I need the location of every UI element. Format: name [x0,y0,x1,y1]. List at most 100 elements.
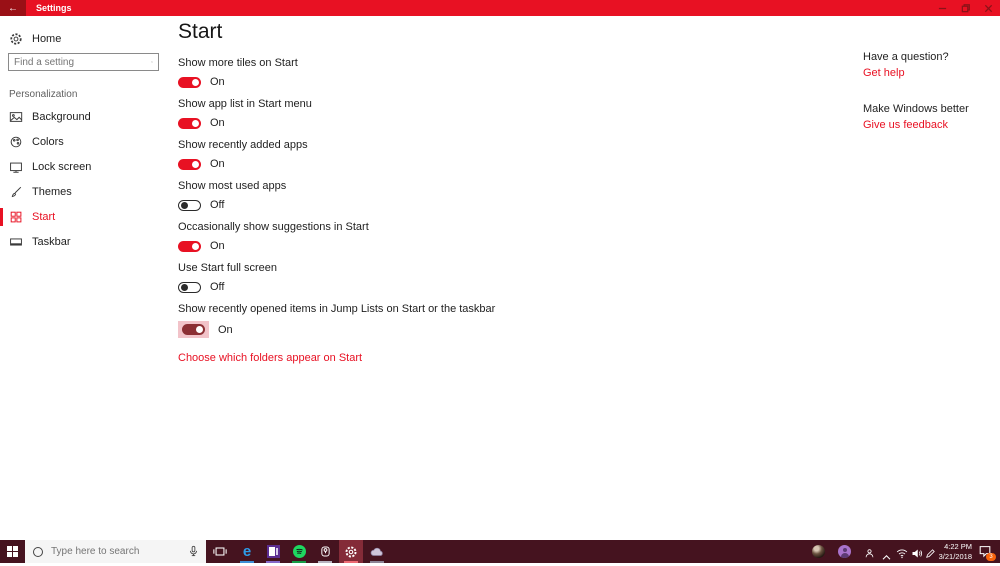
sidebar-item-label: Background [32,111,91,123]
toggle-show-app-list[interactable] [178,118,201,129]
back-button[interactable]: ← [0,0,26,16]
minimize-icon [938,4,947,13]
start-button[interactable] [0,540,25,563]
toggle-state-label: On [210,117,225,129]
sidebar-item-colors[interactable]: Colors [0,132,168,152]
sidebar-item-label: Themes [32,186,72,198]
sidebar-item-themes[interactable]: Themes [0,182,168,202]
help-question-title: Have a question? [863,51,969,64]
sidebar-item-label: Taskbar [32,236,71,248]
setting-label: Show recently added apps [178,139,838,152]
cloud-app-icon [370,546,384,558]
clock-time: 4:22 PM [928,542,972,552]
choose-folders-link[interactable]: Choose which folders appear on Start [178,352,362,364]
toggle-suggestions[interactable] [178,241,201,252]
search-icon [151,56,153,68]
toggle-full-screen[interactable] [178,282,201,293]
settings-app-button[interactable] [339,540,363,563]
setting-label: Occasionally show suggestions in Start [178,221,838,234]
setting-label: Show recently opened items in Jump Lists… [178,303,838,316]
setting-group: Show app list in Start menu On [178,98,838,130]
restore-button[interactable] [954,0,977,16]
people-icon[interactable] [838,545,851,558]
find-setting-searchbox[interactable] [8,53,159,71]
setting-label: Show most used apps [178,180,838,193]
taskbar-search-input[interactable] [43,545,188,558]
sidebar-home-label: Home [32,33,61,45]
chevron-up-icon[interactable] [882,548,891,566]
restore-icon [961,4,970,13]
settings-gear-icon [344,545,358,559]
lock-app-button[interactable] [313,540,337,563]
windows-logo-icon [7,546,18,557]
toggle-state-label: On [218,324,233,336]
toggle-most-used[interactable] [178,200,201,211]
onenote-app-icon [267,545,280,558]
setting-label: Show more tiles on Start [178,57,838,70]
person-icon[interactable] [864,546,875,564]
sidebar-item-label: Lock screen [32,161,91,173]
page-title: Start [178,20,838,44]
taskbar-clock[interactable]: 4:22 PM 3/21/2018 [928,542,972,561]
setting-group: Use Start full screen Off [178,262,838,294]
toggle-state-label: On [210,240,225,252]
toggle-show-more-tiles[interactable] [178,77,201,88]
toggle-jump-lists[interactable] [182,324,205,335]
start-grid-icon [9,210,23,224]
toggle-state-label: Off [210,199,224,211]
window-title: Settings [36,0,72,16]
sidebar-item-label: Colors [32,136,64,148]
titlebar: ← Settings [0,0,1000,16]
toggle-recently-added[interactable] [178,159,201,170]
search-input[interactable] [9,57,151,68]
wifi-icon[interactable] [896,546,908,564]
spotify-button[interactable] [287,540,311,563]
clock-date: 3/21/2018 [928,552,972,562]
spotify-icon [293,545,306,558]
toggle-state-label: On [210,158,225,170]
cloud-app-button[interactable] [365,540,389,563]
setting-label: Use Start full screen [178,262,838,275]
sidebar-item-label: Start [32,211,55,223]
image-icon [9,110,23,124]
give-feedback-link[interactable]: Give us feedback [863,119,969,132]
setting-label: Show app list in Start menu [178,98,838,111]
microphone-icon[interactable] [188,545,199,558]
edge-button[interactable]: e [235,540,259,563]
setting-group: Show most used apps Off [178,180,838,212]
gear-icon [9,32,23,46]
palette-icon [9,135,23,149]
edge-icon: e [243,544,251,559]
action-center-button[interactable]: 3 [978,544,993,559]
sidebar-item-lock-screen[interactable]: Lock screen [0,157,168,177]
get-help-link[interactable]: Get help [863,67,969,80]
setting-group: Show recently added apps On [178,139,838,171]
toggle-state-label: On [210,76,225,88]
taskbar-searchbox[interactable] [25,540,206,563]
close-button[interactable] [977,0,1000,16]
brush-icon [9,185,23,199]
notification-badge: 3 [986,553,996,561]
setting-group: Show recently opened items in Jump Lists… [178,303,838,338]
setting-group: Occasionally show suggestions in Start O… [178,221,838,253]
task-view-icon [213,545,227,558]
focus-highlight [178,321,209,338]
setting-group: Show more tiles on Start On [178,57,838,89]
onenote-button[interactable] [261,540,285,563]
sidebar-item-start[interactable]: Start [0,207,168,227]
minimize-button[interactable] [931,0,954,16]
lock-app-icon [319,545,332,558]
sidebar-section-header: Personalization [9,89,77,100]
sidebar-item-home[interactable]: Home [0,29,168,49]
back-arrow-icon: ← [8,3,18,14]
cortana-circle-icon [33,547,43,557]
task-view-button[interactable] [208,540,232,563]
user-avatar[interactable] [812,545,825,558]
volume-icon[interactable] [911,546,923,564]
toggle-state-label: Off [210,281,224,293]
sidebar-item-background[interactable]: Background [0,107,168,127]
feedback-title: Make Windows better [863,103,969,116]
close-icon [984,4,993,13]
sidebar-item-taskbar[interactable]: Taskbar [0,232,168,252]
monitor-icon [9,160,23,174]
